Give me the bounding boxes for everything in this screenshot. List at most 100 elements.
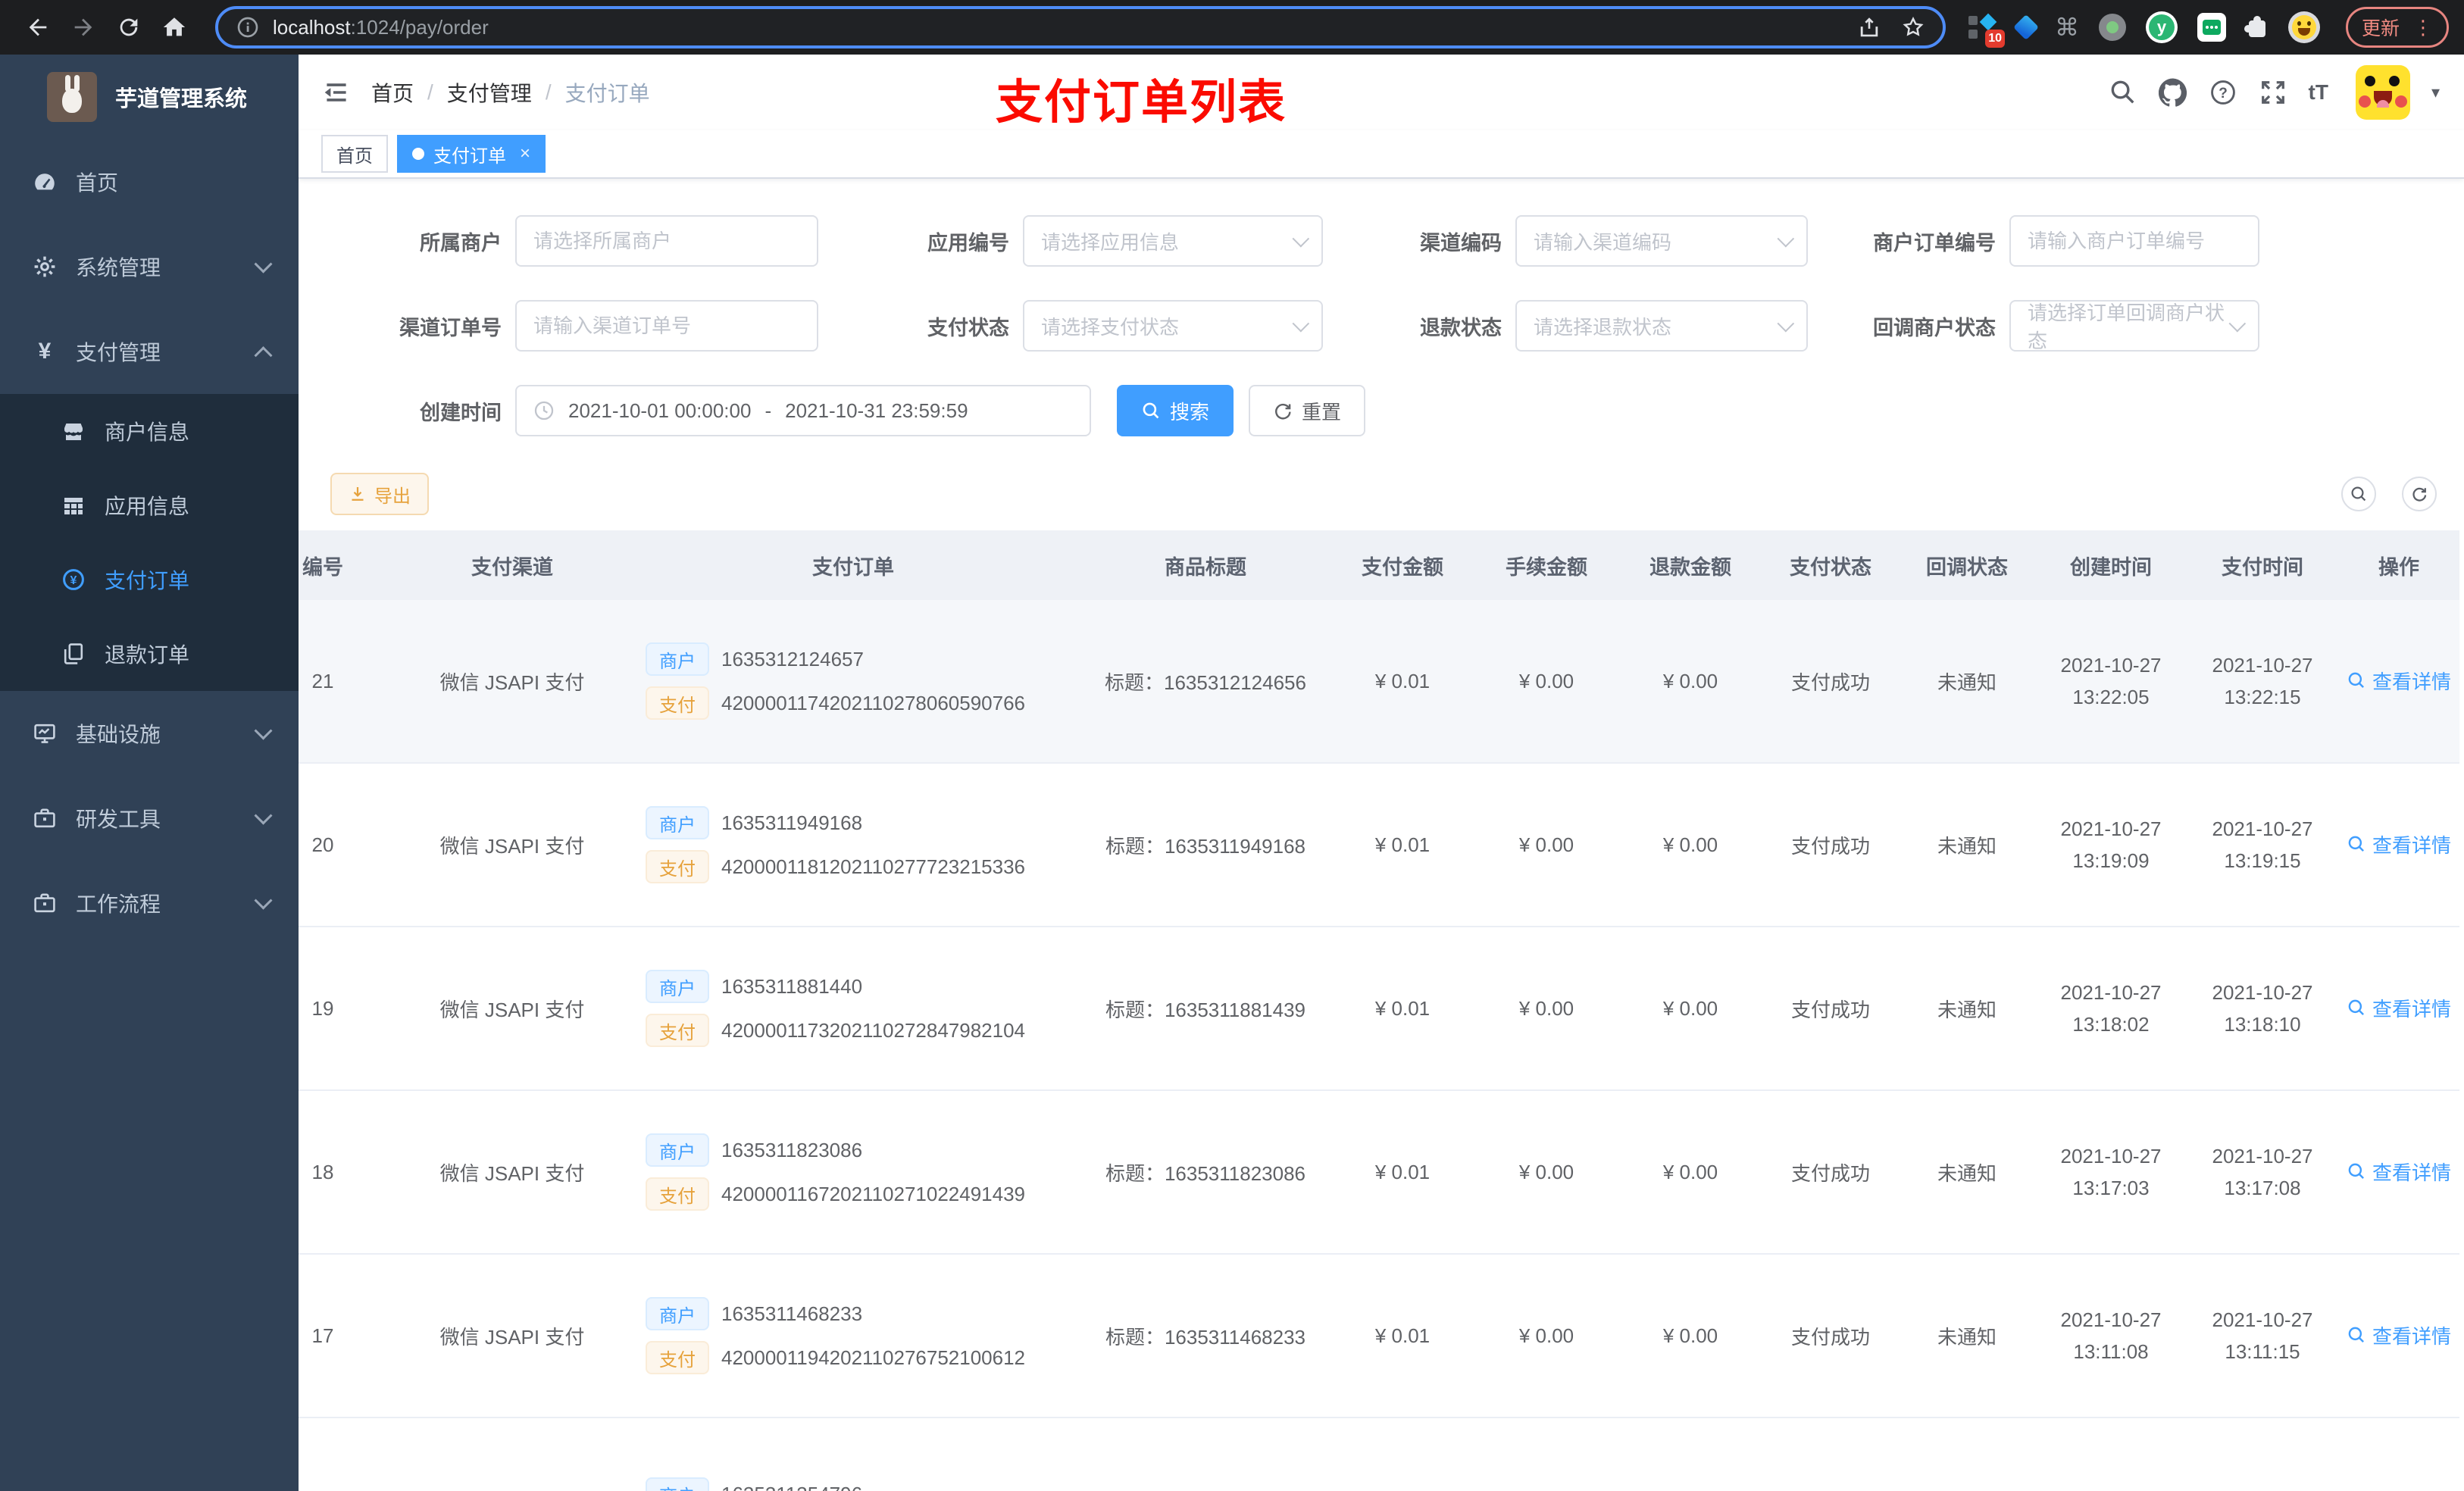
profile-emoji-icon[interactable] <box>2288 11 2320 43</box>
share-icon[interactable] <box>1858 16 1881 39</box>
address-bar[interactable]: localhost:1024/pay/order <box>215 6 1946 48</box>
show-search-button[interactable] <box>2341 477 2376 511</box>
cell-status: 支付成功 <box>1762 1090 1899 1255</box>
filter-label: 退款状态 <box>1420 316 1502 339</box>
sidebar-item-label: 支付管理 <box>76 341 161 364</box>
tab-label: 支付订单 <box>433 145 506 167</box>
notify-status-select[interactable]: 请选择订单回调商户状态 <box>2009 300 2259 352</box>
github-icon[interactable] <box>2158 78 2187 107</box>
merchant-order-no-input[interactable] <box>2009 215 2259 267</box>
sidebar-item-payment[interactable]: ¥ 支付管理 <box>0 309 299 394</box>
cell-paid: 2021-10-27 13:17:08 <box>2187 1090 2338 1255</box>
extension-chat-icon[interactable] <box>2197 13 2226 42</box>
refresh-icon <box>2412 487 2427 502</box>
breadcrumb-home[interactable]: 首页 <box>371 77 414 108</box>
extensions-puzzle-icon[interactable] <box>2244 16 2269 39</box>
cell-paid: 2021-10-27 13:22:15 <box>2187 600 2338 764</box>
cell-fee: ¥ 0.00 <box>1474 927 1618 1091</box>
sidebar-item-label: 应用信息 <box>105 495 190 518</box>
sidebar-item-home[interactable]: 首页 <box>0 139 299 224</box>
help-icon[interactable]: ? <box>2209 78 2237 107</box>
home-button[interactable] <box>152 5 197 50</box>
channel-order-no-input[interactable] <box>515 300 818 352</box>
briefcase-icon <box>30 891 59 915</box>
breadcrumb: 首页 / 支付管理 / 支付订单 <box>371 77 650 108</box>
font-size-icon[interactable]: tT <box>2309 80 2328 105</box>
view-detail-link[interactable]: 查看详情 <box>2347 994 2451 1022</box>
close-tab-icon[interactable]: × <box>520 143 530 164</box>
export-button[interactable]: 导出 <box>330 473 429 515</box>
merchant-tag: 商户 <box>646 970 709 1003</box>
extension-badge: 10 <box>1985 30 2005 48</box>
filter-label: 渠道订单号 <box>399 316 502 339</box>
breadcrumb-payment[interactable]: 支付管理 <box>447 77 532 108</box>
search-button[interactable]: 搜索 <box>1117 385 1234 436</box>
extension-grid-icon[interactable]: 10 <box>1968 13 2005 48</box>
sidebar-item-app-info[interactable]: 应用信息 <box>0 468 299 542</box>
sidebar-item-infra[interactable]: 基础设施 <box>0 691 299 776</box>
extension-kite-icon[interactable] <box>2013 14 2039 40</box>
app-logo[interactable]: 芋道管理系统 <box>0 55 299 139</box>
forward-button[interactable] <box>61 5 106 50</box>
sidebar-menu: 首页 系统管理 ¥ 支付管理 商户信息 应用信息 ¥ 支付订单 退款订单 基础设… <box>0 139 299 946</box>
site-info-icon[interactable] <box>236 16 259 39</box>
avatar[interactable] <box>2355 65 2410 120</box>
date-range-picker[interactable]: 2021-10-01 00:00:00 - 2021-10-31 23:59:5… <box>515 385 1091 436</box>
fullscreen-icon[interactable] <box>2259 78 2287 107</box>
pay-status-select[interactable]: 请选择支付状态 <box>1023 300 1323 352</box>
filter-label: 渠道编码 <box>1420 231 1502 255</box>
sidebar-item-pay-order[interactable]: ¥ 支付订单 <box>0 542 299 617</box>
sidebar-item-dev-tools[interactable]: 研发工具 <box>0 776 299 861</box>
url-host: localhost <box>273 15 351 39</box>
browser-update-button[interactable]: 更新 ⋮ <box>2346 7 2449 48</box>
cell-title: 标题：1635312124656 <box>1080 600 1330 764</box>
back-button[interactable] <box>15 5 61 50</box>
merchant-input[interactable] <box>515 215 818 267</box>
breadcrumb-separator: / <box>427 80 433 104</box>
refresh-table-button[interactable] <box>2402 477 2437 511</box>
sidebar-item-label: 退款订单 <box>105 643 190 667</box>
tab-pay-order[interactable]: 支付订单 × <box>397 135 546 173</box>
chevron-down-icon <box>1777 230 1795 248</box>
collapse-sidebar-button[interactable] <box>323 79 350 106</box>
cell-refund <box>1618 1418 1762 1491</box>
search-icon[interactable] <box>2109 78 2137 107</box>
sidebar-item-workflow[interactable]: 工作流程 <box>0 861 299 946</box>
cell-fee: ¥ 0.00 <box>1474 1090 1618 1255</box>
cell-title: 标题：1635311881439 <box>1080 927 1330 1091</box>
extension-command-icon[interactable]: ⌘ <box>2055 15 2079 39</box>
extension-record-icon[interactable] <box>2099 14 2126 41</box>
cell-amount: ¥ 0.01 <box>1330 600 1474 764</box>
reset-button[interactable]: 重置 <box>1249 385 1366 436</box>
view-detail-link[interactable]: 查看详情 <box>2347 830 2451 858</box>
sidebar-item-refund-order[interactable]: 退款订单 <box>0 617 299 691</box>
search-icon <box>2348 1163 2364 1180</box>
cell-paid <box>2187 1418 2338 1491</box>
extension-y-icon[interactable]: y <box>2146 11 2178 43</box>
sidebar-item-merchant-info[interactable]: 商户信息 <box>0 394 299 468</box>
cell-title: 标题：1635311823086 <box>1080 1090 1330 1255</box>
app-select[interactable]: 请选择应用信息 <box>1023 215 1323 267</box>
refund-status-select[interactable]: 请选择退款状态 <box>1515 300 1808 352</box>
view-detail-link[interactable]: 查看详情 <box>2347 1158 2451 1186</box>
cell-actions: 查看详情 <box>2338 763 2459 927</box>
tab-home[interactable]: 首页 <box>321 135 388 173</box>
cell-fee: ¥ 0.00 <box>1474 1254 1618 1418</box>
cell-id: 17 <box>299 1254 399 1418</box>
view-detail-link[interactable]: 查看详情 <box>2347 667 2451 695</box>
orders-table: 编号 支付渠道 支付订单 商品标题 支付金额 手续金额 退款金额 支付状态 回调… <box>299 530 2464 1491</box>
chevron-down-icon <box>254 891 273 910</box>
view-detail-link[interactable]: 查看详情 <box>2347 1321 2451 1349</box>
tab-label: 首页 <box>336 145 373 167</box>
table-row: 18 微信 JSAPI 支付 商户 1635311823086 支付 4200001… <box>299 1090 2459 1255</box>
active-dot-icon <box>412 148 424 160</box>
cell-amount: ¥ 0.01 <box>1330 1090 1474 1255</box>
bookmark-star-icon[interactable] <box>1902 16 1925 39</box>
cell-created: 2021-10-27 13:11:08 <box>2035 1254 2187 1418</box>
avatar-caret-icon[interactable]: ▾ <box>2431 83 2440 102</box>
cell-channel: 微信 JSAPI 支付 <box>399 1090 626 1255</box>
reload-button[interactable] <box>106 5 152 50</box>
channel-code-select[interactable]: 请输入渠道编码 <box>1515 215 1808 267</box>
sidebar-item-system[interactable]: 系统管理 <box>0 224 299 309</box>
filter-label: 应用编号 <box>927 231 1009 255</box>
